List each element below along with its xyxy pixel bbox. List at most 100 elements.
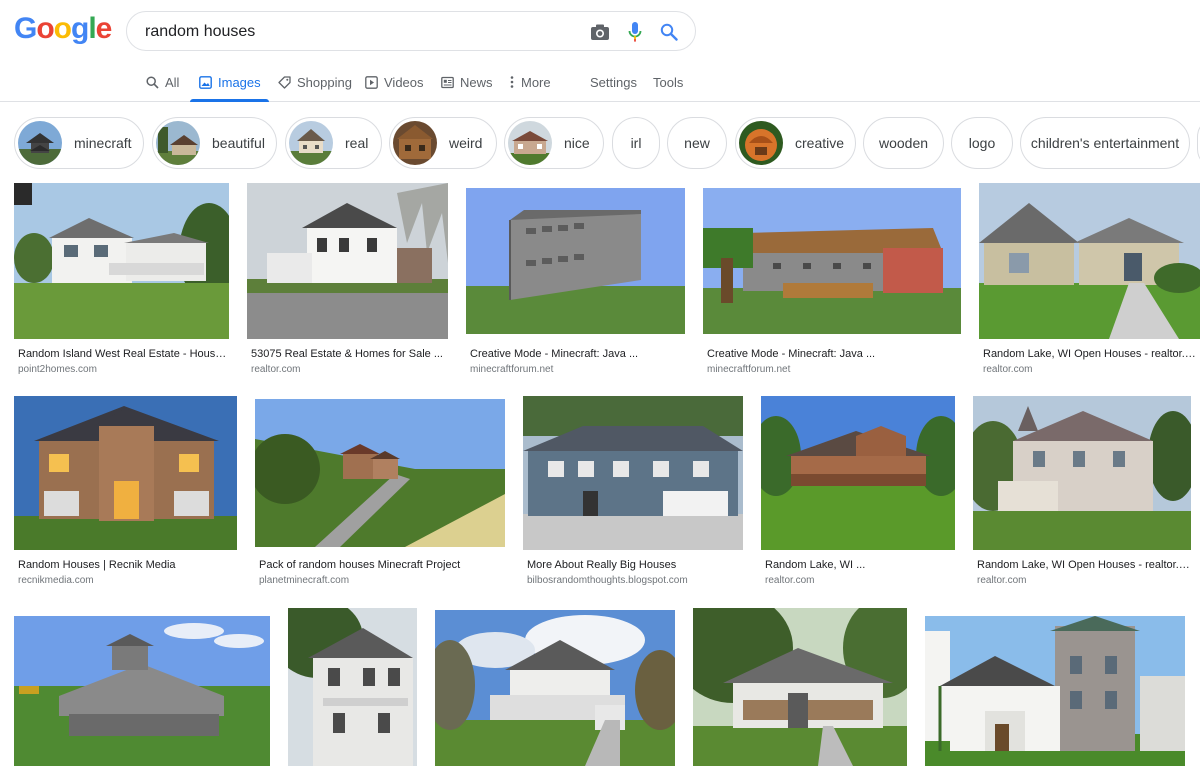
image-result[interactable] [14,608,270,766]
search-box[interactable] [126,11,696,51]
result-source: minecraftforum.net [470,364,554,375]
image-result[interactable]: Random Lake, WI Open Houses - realtor.co… [973,396,1191,591]
related-search-chips: minecraft beautiful real weird nice irl … [0,102,1200,180]
chip-label: weird [449,135,483,151]
header: Google All Images Shopping Videos [0,0,1200,102]
image-result[interactable]: Creative Mode - Minecraft: Java ... mine… [703,183,961,378]
result-thumbnail[interactable] [255,399,505,547]
microphone-icon[interactable] [624,21,646,43]
chip-thumbnail [156,121,200,165]
chip-wooden[interactable]: wooden [863,117,944,169]
chip-irl[interactable]: irl [612,117,660,169]
image-result[interactable]: Random Lake, WI ... realtor.com [761,396,955,591]
result-source: planetminecraft.com [259,575,350,586]
result-thumbnail[interactable] [523,396,743,550]
result-thumbnail[interactable] [925,616,1185,766]
tab-tools-label: Tools [653,74,684,90]
search-tabs: All Images Shopping Videos News More Set… [0,62,1200,102]
image-result[interactable] [925,608,1185,766]
result-thumbnail[interactable] [761,396,955,550]
result-thumbnail[interactable] [693,608,907,766]
result-thumbnail[interactable] [435,610,675,766]
chip-real[interactable]: real [285,117,382,169]
result-thumbnail[interactable] [14,183,229,339]
result-source: recnikmedia.com [18,575,94,586]
tab-images-label: Images [218,74,261,90]
result-source: realtor.com [977,575,1027,586]
logo-letter: o [36,12,54,45]
chip-nice[interactable]: nice [504,117,604,169]
result-thumbnail[interactable] [288,608,417,766]
tab-images[interactable]: Images [190,62,269,102]
image-result[interactable]: Pack of random houses Minecraft Project … [255,396,505,591]
result-source: realtor.com [251,364,301,375]
tab-shopping[interactable]: Shopping [277,62,352,102]
logo-letter: o [53,12,72,45]
result-title: Random Lake, WI Open Houses - realtor.co… [983,348,1200,360]
logo-letter: g [71,12,89,45]
more-vertical-icon [509,75,515,89]
tag-icon [277,75,291,89]
result-title: Creative Mode - Minecraft: Java ... [470,348,639,360]
chip-beautiful[interactable]: beautiful [152,117,277,169]
google-logo[interactable]: Google [14,12,112,46]
image-result[interactable]: Creative Mode - Minecraft: Java ... mine… [466,183,685,378]
search-input[interactable] [145,20,575,44]
result-source: bilbosrandomthoughts.blogspot.com [527,575,688,586]
chip-label: beautiful [212,135,265,151]
tab-more[interactable]: More [509,62,551,102]
image-result[interactable]: Random Lake, WI Open Houses - realtor.co… [979,183,1200,378]
result-source: minecraftforum.net [707,364,791,375]
result-thumbnail[interactable] [247,183,448,339]
result-thumbnail[interactable] [973,396,1191,550]
result-title: Pack of random houses Minecraft Project [259,559,461,571]
chip-logo[interactable]: logo [951,117,1013,169]
chip-label: nice [564,135,590,151]
logo-letter: G [14,12,37,45]
chip-weird[interactable]: weird [389,117,497,169]
result-title: 53075 Real Estate & Homes for Sale ... [251,348,443,360]
result-title: Random Lake, WI ... [765,559,866,571]
camera-icon[interactable] [589,21,611,43]
image-result[interactable] [435,608,675,766]
tab-all-label: All [165,74,180,90]
tab-videos-label: Videos [384,74,424,90]
tab-settings[interactable]: Settings [590,62,637,102]
result-title: Random Lake, WI Open Houses - realtor.co… [977,559,1191,571]
chip-label: creative [795,135,845,151]
chip-thumbnail [289,121,333,165]
chip-label: new [684,135,710,151]
image-result[interactable] [693,608,907,766]
chip-childrens-entertainment[interactable]: children's entertainment [1020,117,1190,169]
result-thumbnail[interactable] [703,188,961,334]
tab-settings-label: Settings [590,74,637,90]
chip-label: irl [630,135,642,151]
newspaper-icon [440,75,454,89]
image-result[interactable]: Random Island West Real Estate - Houses … [14,183,229,378]
result-thumbnail[interactable] [979,183,1200,339]
tab-tools[interactable]: Tools [653,62,683,102]
chip-new[interactable]: new [667,117,727,169]
image-result[interactable]: Random Houses | Recnik Media recnikmedia… [14,396,237,591]
search-icon[interactable] [658,21,680,43]
result-title: Random Houses | Recnik Media [18,559,176,571]
logo-letter: l [88,12,96,45]
tab-shopping-label: Shopping [297,74,352,90]
image-result[interactable]: 53075 Real Estate & Homes for Sale ... r… [247,183,448,378]
tab-more-label: More [521,74,551,90]
chip-label: children's entertainment [1030,135,1180,151]
tab-news[interactable]: News [440,62,493,102]
image-result[interactable]: More About Really Big Houses bilbosrando… [523,396,743,591]
tab-videos[interactable]: Videos [364,62,424,102]
chip-minecraft[interactable]: minecraft [14,117,144,169]
result-thumbnail[interactable] [466,188,685,334]
tab-all[interactable]: All [145,62,179,102]
chip-creative[interactable]: creative [735,117,856,169]
image-result[interactable] [288,608,417,766]
result-title: More About Really Big Houses [527,559,677,571]
chip-thumbnail [739,121,783,165]
result-thumbnail[interactable] [14,396,237,550]
chip-thumbnail [508,121,552,165]
result-title: Creative Mode - Minecraft: Java ... [707,348,876,360]
result-thumbnail[interactable] [14,616,270,766]
